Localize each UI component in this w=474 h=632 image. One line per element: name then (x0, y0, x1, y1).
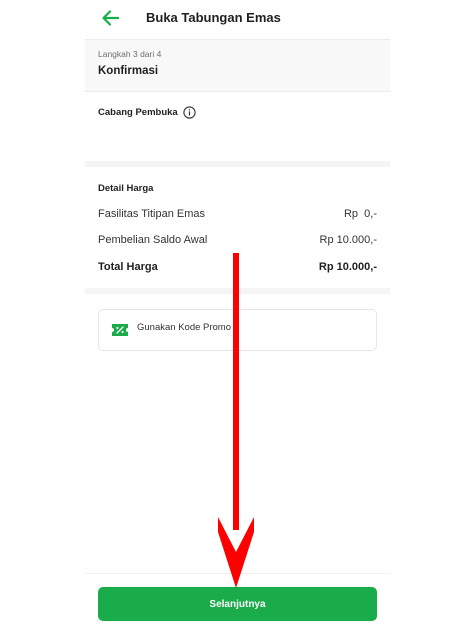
promo-code-button[interactable]: Gunakan Kode Promo (98, 309, 377, 351)
branch-label: Cabang Pembuka (98, 107, 178, 118)
price-row-value: Rp 10.000,- (319, 234, 377, 246)
next-button[interactable]: Selanjutnya (98, 587, 377, 621)
step-label: Langkah 3 dari 4 (98, 49, 162, 59)
app-header: Buka Tabungan Emas (85, 0, 390, 38)
branch-section: Cabang Pembuka (98, 106, 196, 119)
step-title: Konfirmasi (98, 65, 159, 77)
total-label: Total Harga (98, 261, 158, 273)
back-button[interactable] (99, 8, 121, 28)
total-value: Rp 10.000,- (318, 261, 377, 273)
ticket-percent-icon (112, 324, 128, 336)
promo-code-label: Gunakan Kode Promo (137, 322, 232, 333)
price-row-label: Pembelian Saldo Awal (98, 234, 208, 246)
step-indicator: Langkah 3 dari 4 Konfirmasi (85, 40, 390, 91)
price-detail-title: Detail Harga (98, 183, 154, 194)
price-row-storage-fee: Fasilitas Titipan Emas Rp 0,- (98, 208, 377, 220)
price-row-value: Rp 0,- (343, 208, 377, 220)
price-divider (85, 288, 390, 294)
info-icon[interactable] (183, 106, 196, 119)
price-row-label: Fasilitas Titipan Emas (98, 208, 205, 220)
price-row-initial-purchase: Pembelian Saldo Awal Rp 10.000,- (98, 234, 377, 246)
step-divider (85, 91, 390, 92)
page-title: Buka Tabungan Emas (146, 10, 281, 25)
branch-divider (85, 161, 390, 167)
bottom-action-bar: Selanjutnya (85, 573, 390, 632)
open-gold-savings-page: Buka Tabungan Emas Langkah 3 dari 4 Konf… (85, 0, 390, 632)
price-row-total: Total Harga Rp 10.000,- (98, 261, 377, 273)
arrow-left-icon (102, 10, 119, 26)
